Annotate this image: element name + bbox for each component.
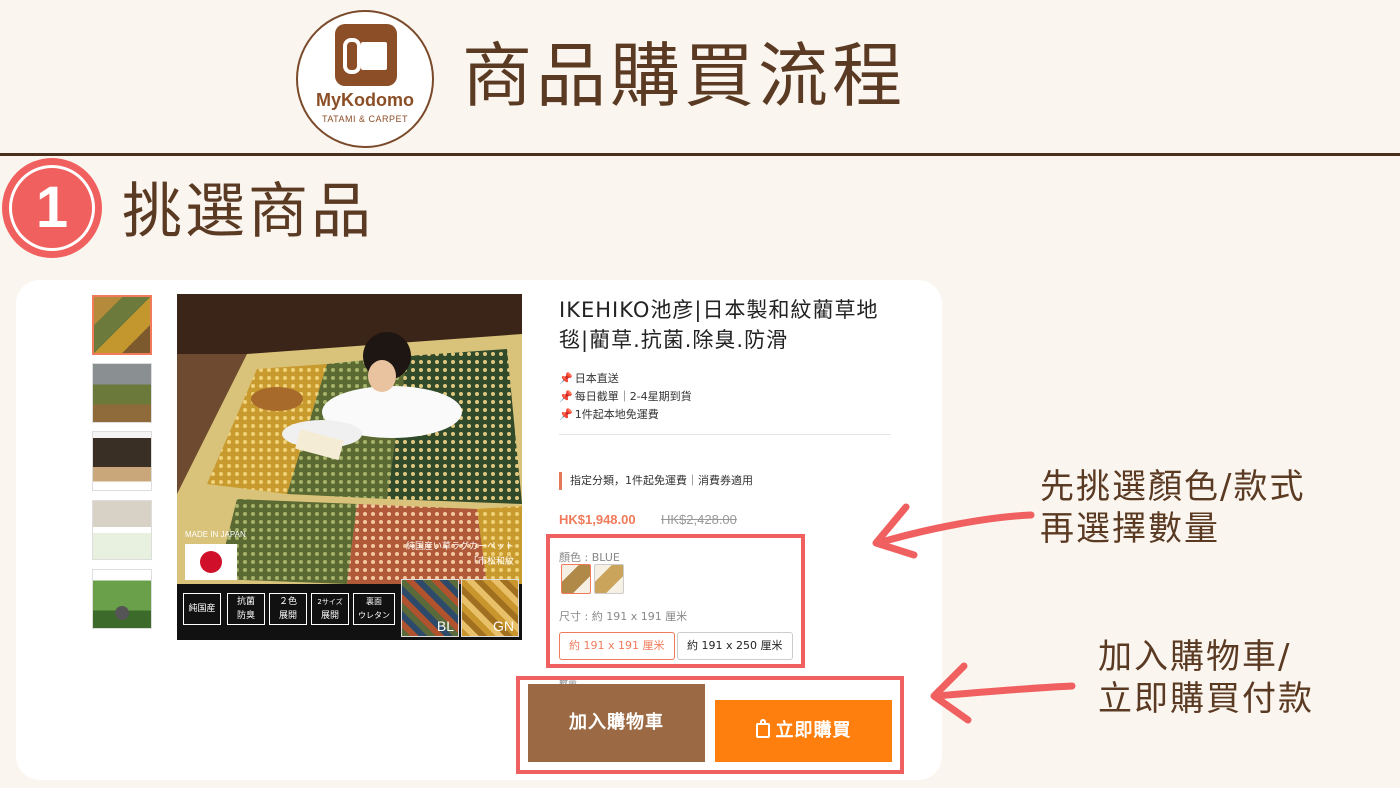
play-icon [115,606,129,620]
feature-badge: 裏面 ウレタン [353,593,395,625]
tatami-roll-icon [335,24,397,86]
thumbnail-4[interactable] [92,500,152,560]
image-caption-line2: 「市松和紋 [468,557,514,567]
bullet-item: 📌 1件起本地免運費 [559,406,692,424]
thumbnail-5[interactable] [92,569,152,629]
image-caption-line1: 純国産い草ラグカーペット [405,542,514,552]
pin-icon: 📌 [559,408,573,421]
thumbnail-1[interactable] [92,295,152,355]
thumbnail-2[interactable] [92,363,152,423]
swatch-preview-bl: BL [401,579,459,637]
feature-line2: 展開 [320,611,339,621]
arrow-to-buttons-icon [930,662,1076,724]
made-in-japan-label: MADE IN JAPAN [185,530,246,539]
pin-icon: 📌 [559,390,573,403]
thumbnail-3[interactable] [92,431,152,491]
logo-brand-text: MyKodomo [316,90,414,110]
highlight-options-box [546,534,805,668]
feature-line1: 2サイズ [317,598,343,606]
feature-badge: 抗菌 防臭 [227,593,265,625]
bullet-text: 每日截單｜2-4星期到貨 [574,390,692,403]
annotation-line1: 先挑選顏色/款式 [1040,467,1306,507]
arrow-to-options-icon [872,503,1035,559]
swatch-preview-gn: GN [461,579,519,637]
section-divider [559,434,891,435]
shipping-bullets: 📌 日本直送 📌 每日截單｜2-4星期到貨 📌 1件起本地免運費 [559,370,692,424]
step-number-badge: 1 [2,158,102,258]
pin-icon: 📌 [559,372,573,385]
current-price: HK$1,948.00 [559,512,636,527]
bullet-text: 日本直送 [574,372,619,385]
promo-note: 指定分類，1件起免運費｜消費券適用 [559,472,753,490]
highlight-buttons-box [516,676,904,774]
bullet-item: 📌 每日截單｜2-4星期到貨 [559,388,692,406]
brand-logo: MyKodomo TATAMI & CARPET [296,10,434,148]
japan-flag-icon [185,544,237,580]
annotation-line2: 再選擇數量 [1040,509,1220,549]
feature-line1: ２色 [278,597,297,607]
swatch-label: GN [493,618,514,634]
feature-line1: 抗菌 [236,597,255,607]
feature-line1: 裏面 [366,597,382,606]
page-title: 商品購買流程 [462,35,906,117]
feature-badge: 2サイズ 展開 [311,593,349,625]
feature-line2: ウレタン [358,611,390,620]
product-main-image[interactable]: MADE IN JAPAN 純国産い草ラグカーペット 「市松和紋 純国産 抗菌 … [177,294,522,640]
image-caption: 純国産い草ラグカーペット 「市松和紋 [406,540,514,570]
feature-badge: 純国産 [183,593,221,625]
annotation-add-cart: 加入購物車/ 立即購買付款 [1098,636,1314,720]
bullet-item: 📌 日本直送 [559,370,692,388]
annotation-line2: 立即購買付款 [1098,679,1314,719]
step-number: 1 [9,165,95,251]
feature-line1: 純国産 [188,604,216,614]
annotation-select-options: 先挑選顏色/款式 再選擇數量 [1040,466,1305,550]
logo-tagline: TATAMI & CARPET [321,114,408,124]
step-title: 挑選商品 [122,177,374,247]
original-price: HK$2,428.00 [661,512,737,527]
bullet-text: 1件起本地免運費 [574,408,659,421]
annotation-line1: 加入購物車/ [1098,637,1292,677]
feature-badge: ２色 展開 [269,593,307,625]
swatch-label: BL [436,618,454,634]
feature-line2: 展開 [278,611,297,621]
product-name: IKEHIKO池彦|日本製和紋藺草地毯|藺草.抗菌.除臭.防滑 [559,298,879,352]
header-divider [0,153,1400,156]
feature-line2: 防臭 [236,611,255,621]
